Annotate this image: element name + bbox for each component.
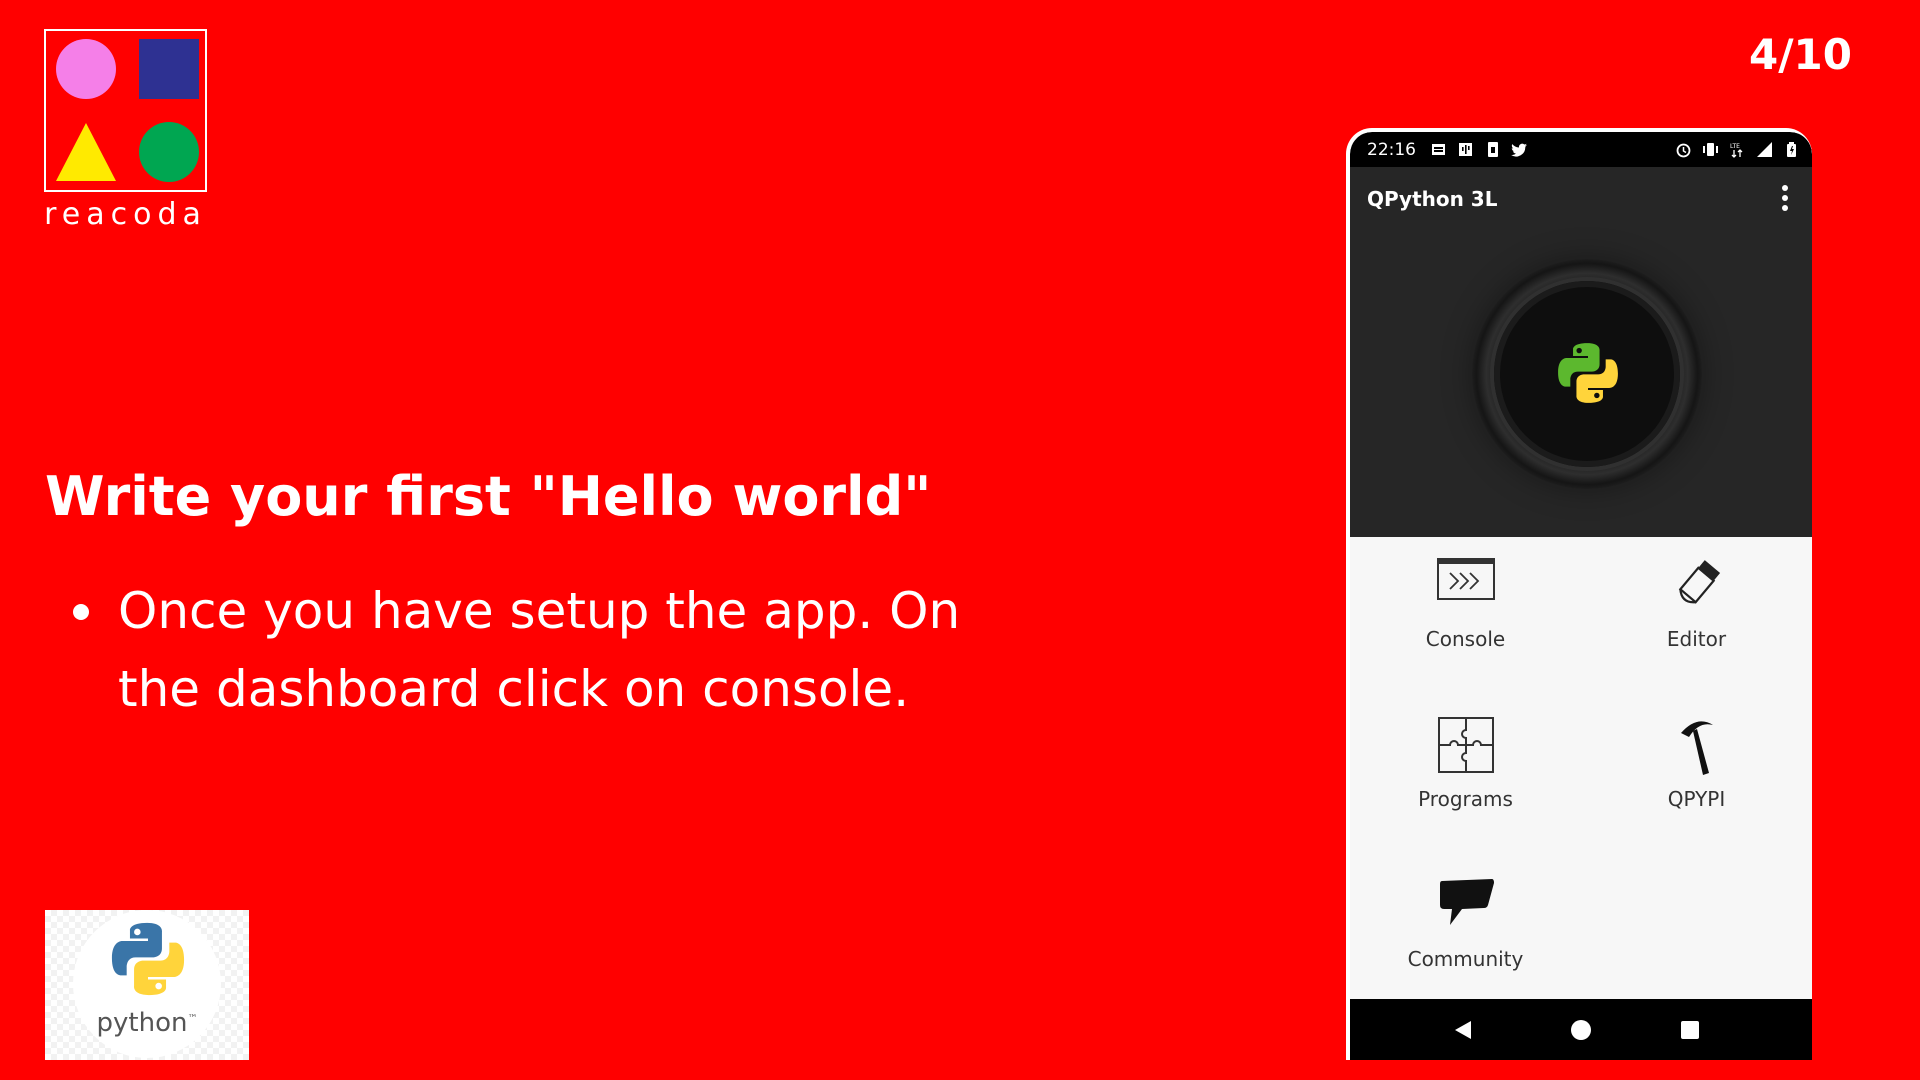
tile-qpypi[interactable]: QPYPI (1581, 697, 1812, 857)
phone-screenshot: 22:16 LTE QPython 3L Console Editor Prog… (1346, 128, 1812, 1060)
python-logo-icon (111, 922, 185, 996)
bullet-list: Once you have setup the app. On the dash… (45, 572, 1005, 728)
status-right-icons: LTE (1675, 141, 1800, 158)
app-header: QPython 3L (1350, 167, 1812, 537)
speech-bubble-icon (1440, 879, 1494, 925)
vibrate-icon (1703, 143, 1718, 156)
python-trademark: ™ (187, 1013, 198, 1025)
tile-console[interactable]: Console (1350, 537, 1581, 697)
logo-wordmark: reacoda (44, 197, 207, 232)
python-badge: python™ (45, 910, 249, 1060)
app-title: QPython 3L (1367, 187, 1498, 211)
bullet-item: Once you have setup the app. On the dash… (45, 572, 1005, 728)
status-left-icons (1430, 141, 1528, 158)
sim-icon (1488, 142, 1498, 157)
python-badge-label: python™ (45, 1008, 249, 1038)
usb-icon (1459, 143, 1472, 156)
recents-icon[interactable] (1680, 1020, 1700, 1040)
alarm-icon (1676, 143, 1691, 158)
home-icon[interactable] (1570, 1019, 1592, 1041)
phone-screen: 22:16 LTE QPython 3L Console Editor Prog… (1350, 132, 1812, 1060)
python-badge-word: python (96, 1008, 188, 1038)
editor-icon (1678, 560, 1721, 604)
more-vert-icon[interactable] (1780, 185, 1790, 217)
tile-community[interactable]: Community (1350, 857, 1581, 1017)
console-icon (1437, 558, 1495, 600)
back-icon[interactable] (1452, 1019, 1474, 1041)
twitter-icon (1511, 143, 1527, 157)
launch-button[interactable] (1472, 259, 1702, 489)
puzzle-icon (1438, 717, 1494, 773)
tile-editor[interactable]: Editor (1581, 537, 1812, 697)
status-bar: 22:16 LTE (1350, 132, 1812, 167)
nav-bar (1350, 999, 1812, 1060)
slide: reacoda 4/10 Write your first "Hello wor… (0, 0, 1920, 1080)
battery-icon (1787, 142, 1796, 157)
reacoda-logo: reacoda (44, 29, 207, 230)
notification-icon (1432, 144, 1445, 155)
tile-console-label: Console (1425, 627, 1506, 651)
tile-programs-label: Programs (1418, 787, 1513, 811)
page-indicator: 4/10 (1748, 30, 1852, 79)
launch-button-core (1494, 281, 1680, 467)
logo-shapes-icon (56, 39, 199, 182)
tile-programs[interactable]: Programs (1350, 697, 1581, 857)
signal-icon (1757, 142, 1772, 157)
logo-shapes (44, 29, 207, 192)
lte-icon: LTE (1730, 143, 1743, 158)
pickaxe-icon (1681, 721, 1713, 775)
tile-editor-label: Editor (1666, 627, 1727, 651)
python-logo-icon (1558, 343, 1618, 403)
status-time: 22:16 (1367, 140, 1416, 160)
slide-heading: Write your first "Hello world" (45, 465, 932, 528)
tile-community-label: Community (1407, 947, 1524, 971)
svg-text:LTE: LTE (1730, 143, 1740, 150)
tile-qpypi-label: QPYPI (1667, 787, 1726, 811)
